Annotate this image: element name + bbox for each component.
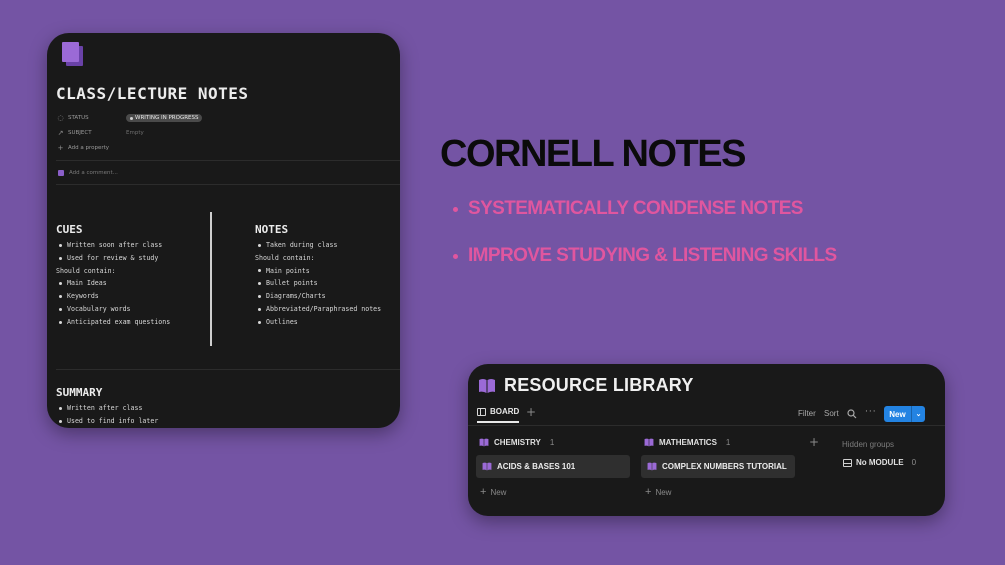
page-stack-icon (62, 42, 83, 66)
new-card-label: New (655, 487, 672, 497)
arrow-up-right-icon: ↗ (57, 128, 64, 137)
list-item: Should contain: (255, 253, 315, 262)
summary-list: Written after class Used to find info la… (56, 402, 158, 428)
cues-heading: CUES (56, 223, 83, 236)
list-item: Keywords (56, 290, 170, 303)
filter-button[interactable]: Filter (798, 409, 816, 418)
headline-bullet: SYSTEMATICALLY CONDENSE NOTES (453, 195, 837, 242)
book-icon (647, 462, 657, 471)
headline-bullet: IMPROVE STUDYING & LISTENING SKILLS (453, 242, 837, 289)
group-mathematics[interactable]: MATHEMATICS 1 (644, 438, 730, 447)
property-label: SUBJECT (68, 130, 92, 136)
list-item: Written after class (56, 402, 158, 415)
new-button[interactable]: New ⌄ (884, 406, 925, 422)
plus-icon: + (645, 486, 652, 498)
new-card-button[interactable]: + New (480, 486, 506, 498)
board-card[interactable]: COMPLEX NUMBERS TUTORIAL (641, 455, 795, 478)
group-count: 1 (549, 438, 555, 447)
property-status[interactable]: ◌ STATUS WRITING IN PROGRESS (57, 112, 203, 124)
add-property-button[interactable]: + Add a property (57, 142, 110, 154)
book-icon (479, 378, 495, 393)
page-title: CLASS/LECTURE NOTES (56, 84, 249, 103)
add-property-label: Add a property (68, 145, 110, 151)
group-name: MATHEMATICS (659, 438, 717, 447)
new-button-label: New (889, 409, 906, 419)
book-icon (644, 438, 654, 447)
new-card-button[interactable]: + New (645, 486, 671, 498)
library-toolbar: BOARD + Filter Sort ··· New ⌄ (468, 404, 945, 426)
comment-avatar-icon (58, 170, 64, 176)
notes-list: Taken during class Should contain: Main … (255, 239, 381, 329)
list-item: Written soon after class (56, 239, 170, 252)
board-card[interactable]: ACIDS & BASES 101 (476, 455, 630, 478)
status-badge[interactable]: WRITING IN PROGRESS (126, 114, 203, 122)
list-item: Anticipated exam questions (56, 316, 170, 329)
list-item: Vocabulary words (56, 303, 170, 316)
property-value[interactable]: Empty (126, 130, 144, 136)
resource-library-window: RESOURCE LIBRARY BOARD + Filter Sort ···… (468, 364, 945, 516)
headline-title: CORNELL NOTES (440, 133, 746, 175)
list-item: Taken during class (255, 239, 381, 252)
cues-list: Written soon after class Used for review… (56, 239, 170, 329)
library-title: RESOURCE LIBRARY (504, 375, 694, 395)
summary-heading: SUMMARY (56, 386, 103, 399)
group-name: No MODULE (856, 458, 904, 467)
group-name: CHEMISTRY (494, 438, 541, 447)
headline-bullets: SYSTEMATICALLY CONDENSE NOTES IMPROVE ST… (453, 195, 837, 289)
list-item: Abbreviated/Paraphrased notes (255, 303, 381, 316)
divider (56, 369, 400, 370)
list-item: Should contain: (56, 266, 116, 275)
list-item: Outlines (255, 316, 381, 329)
group-chemistry[interactable]: CHEMISTRY 1 (479, 438, 554, 447)
board-view-icon (477, 407, 486, 416)
new-card-label: New (490, 487, 507, 497)
divider (56, 184, 400, 185)
tab-board[interactable]: BOARD (477, 407, 520, 423)
more-options-icon[interactable]: ··· (865, 407, 877, 417)
divider (468, 425, 945, 426)
library-header: RESOURCE LIBRARY (478, 375, 694, 396)
card-title: ACIDS & BASES 101 (497, 462, 576, 471)
notes-page-window: CLASS/LECTURE NOTES ◌ STATUS WRITING IN … (47, 33, 400, 428)
book-icon (479, 438, 489, 447)
hidden-group-no-module[interactable]: No MODULE 0 (843, 458, 916, 467)
sort-button[interactable]: Sort (824, 409, 839, 418)
plus-icon: + (480, 486, 487, 498)
chevron-down-icon[interactable]: ⌄ (912, 410, 925, 418)
list-item: Main Ideas (56, 277, 170, 290)
notes-heading: NOTES (255, 223, 289, 236)
plus-icon: + (57, 143, 64, 152)
list-item: Bullet points (255, 277, 381, 290)
column-divider (210, 212, 212, 346)
list-item: Used for review & study (56, 252, 170, 265)
group-count: 0 (911, 458, 917, 467)
inbox-icon (843, 458, 852, 467)
hidden-groups-label: Hidden groups (842, 440, 895, 449)
divider (56, 160, 400, 161)
property-label: STATUS (68, 115, 89, 121)
list-item: Used to find info later (56, 415, 158, 428)
list-item: Diagrams/Charts (255, 290, 381, 303)
card-title: COMPLEX NUMBERS TUTORIAL (662, 462, 787, 471)
tab-label: BOARD (490, 407, 520, 416)
book-icon (482, 462, 492, 471)
add-comment-input[interactable]: Add a comment... (58, 170, 118, 176)
status-icon: ◌ (57, 113, 64, 122)
list-item: Main points (255, 265, 381, 278)
add-group-button[interactable]: + (809, 435, 819, 449)
property-subject[interactable]: ↗ SUBJECT Empty (57, 127, 144, 139)
comment-placeholder: Add a comment... (69, 170, 118, 176)
group-count: 1 (725, 438, 731, 447)
add-view-button[interactable]: + (526, 405, 536, 419)
search-icon[interactable] (847, 409, 857, 419)
